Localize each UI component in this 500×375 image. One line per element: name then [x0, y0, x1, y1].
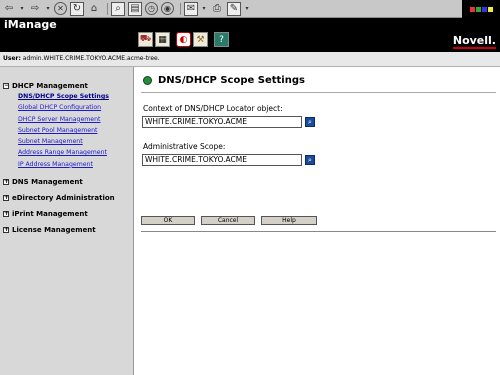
novell-logo: Novell.: [452, 34, 496, 49]
page-title-text: DNS/DHCP Scope Settings: [158, 75, 305, 86]
help-button[interactable]: Help: [261, 216, 317, 225]
sidebar-heading-label: eDirectory Administration: [12, 194, 115, 203]
browse-icon[interactable]: ⌕: [305, 155, 315, 165]
sidebar-heading-label: License Management: [12, 226, 96, 235]
sidebar-item-address-range[interactable]: Address Range Management: [18, 147, 133, 158]
sidebar-item-global-dhcp[interactable]: Global DHCP Configuration: [18, 102, 133, 113]
browser-toolbar: ⇦ ▾ ⇨ ▾ ✕ ↻ ⌂ ⌕ ▤ ◷ ◉ ✉ ▾ ⎙ ✎ ▾: [0, 0, 500, 18]
scope-label: Administrative Scope:: [143, 142, 226, 151]
sidebar-heading-dns[interactable]: + DNS Management: [3, 177, 133, 187]
sidebar-item-subnet[interactable]: Subnet Management: [18, 136, 133, 147]
sidebar-heading-label: iPrint Management: [12, 210, 88, 219]
forward-arrow-icon[interactable]: ⇨: [28, 2, 42, 16]
browse-icon[interactable]: ⌕: [305, 117, 315, 127]
sidebar: − DHCP Management DNS/DHCP Scope Setting…: [0, 67, 134, 375]
page-title: DNS/DHCP Scope Settings: [143, 75, 305, 86]
expand-icon[interactable]: +: [3, 227, 9, 234]
print-icon[interactable]: ⎙: [210, 2, 224, 16]
help-icon[interactable]: ?: [214, 32, 229, 47]
sidebar-groups: + DNS Management + eDirectory Administra…: [0, 177, 133, 235]
bottom-divider: [141, 231, 496, 232]
sidebar-heading-dhcp[interactable]: − DHCP Management: [3, 81, 133, 91]
scope-field[interactable]: WHITE.CRIME.TOKYO.ACME: [142, 154, 302, 166]
header-icon-tray: ⛟ ▦ ◐ ⚒ ?: [138, 32, 229, 47]
sidebar-heading-label: DNS Management: [12, 178, 83, 187]
sidebar-item-dhcp-server[interactable]: DHCP Server Management: [18, 114, 133, 125]
active-role-icon[interactable]: ◐: [176, 32, 191, 47]
favorites-icon[interactable]: ▤: [128, 1, 142, 16]
edit-icon[interactable]: ✎: [227, 1, 241, 16]
sidebar-heading-edirectory[interactable]: + eDirectory Administration: [3, 193, 133, 203]
context-field[interactable]: WHITE.CRIME.TOKYO.ACME: [142, 116, 302, 128]
toolbar-divider: [180, 2, 181, 15]
user-value: admin.WHITE.CRIME.TOKYO.ACME.acme-tree.: [22, 55, 160, 62]
cancel-button[interactable]: Cancel: [201, 216, 255, 225]
user-bar: User: admin.WHITE.CRIME.TOKYO.ACME.acme-…: [0, 52, 500, 67]
ok-button[interactable]: OK: [141, 216, 195, 225]
directory-icon[interactable]: ▦: [155, 32, 170, 47]
user-label: User:: [3, 55, 21, 62]
edit-dropdown-icon[interactable]: ▾: [244, 2, 250, 16]
sidebar-item-ip-address[interactable]: IP Address Management: [18, 159, 133, 170]
sidebar-item-subnet-pool[interactable]: Subnet Pool Management: [18, 125, 133, 136]
dhcp-icon[interactable]: ⛟: [138, 32, 153, 47]
home-icon[interactable]: ⌂: [87, 2, 101, 16]
toolbar-divider: [107, 2, 108, 15]
expand-icon[interactable]: +: [3, 179, 9, 186]
stop-icon[interactable]: ✕: [54, 2, 67, 15]
mail-icon[interactable]: ✉: [184, 1, 198, 16]
sidebar-heading-iprint[interactable]: + iPrint Management: [3, 209, 133, 219]
history-icon[interactable]: ◷: [145, 2, 158, 15]
context-label: Context of DNS/DHCP Locator object:: [143, 104, 283, 113]
tools-icon[interactable]: ⚒: [193, 32, 208, 47]
sidebar-heading-label: DHCP Management: [12, 82, 88, 90]
globe-icon: [143, 76, 152, 85]
refresh-icon[interactable]: ↻: [70, 1, 84, 16]
sidebar-section-dhcp: − DHCP Management DNS/DHCP Scope Setting…: [0, 81, 133, 170]
sidebar-heading-license[interactable]: + License Management: [3, 225, 133, 235]
forward-dropdown-icon[interactable]: ▾: [45, 2, 51, 16]
mail-dropdown-icon[interactable]: ▾: [201, 2, 207, 16]
main-content: DNS/DHCP Scope Settings Context of DNS/D…: [135, 67, 500, 375]
search-icon[interactable]: ⌕: [111, 1, 125, 16]
back-arrow-icon[interactable]: ⇦: [2, 2, 16, 16]
app-header: iManage ⛟ ▦ ◐ ⚒ ? Novell.: [0, 18, 500, 52]
expand-icon[interactable]: +: [3, 195, 9, 202]
sidebar-item-scope-settings[interactable]: DNS/DHCP Scope Settings: [18, 91, 133, 102]
app-title: iManage: [4, 18, 57, 31]
expand-icon[interactable]: +: [3, 211, 9, 218]
title-divider: [141, 92, 496, 93]
media-icon[interactable]: ◉: [161, 2, 174, 15]
collapse-icon[interactable]: −: [3, 83, 9, 89]
back-dropdown-icon[interactable]: ▾: [19, 2, 25, 16]
windows-logo-icon: [462, 0, 500, 18]
